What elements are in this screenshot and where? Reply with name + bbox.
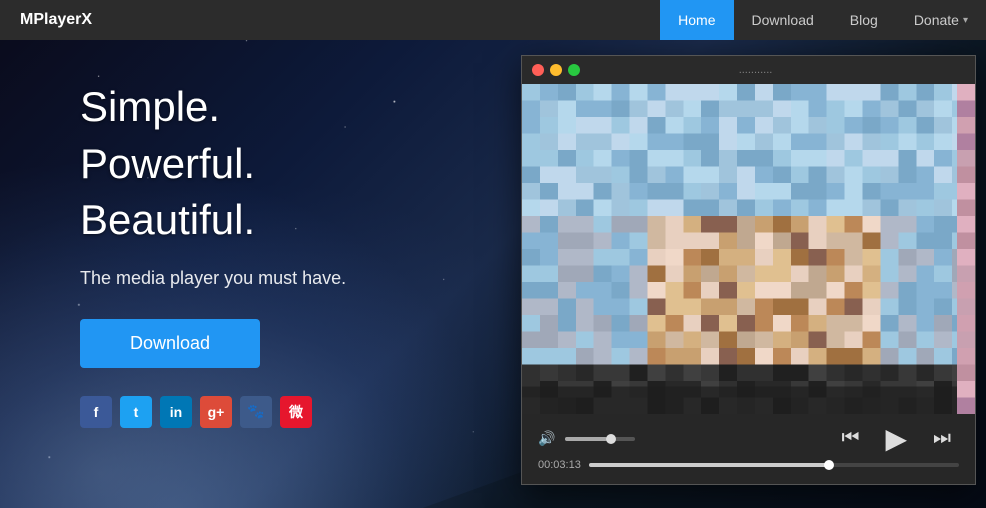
dropdown-arrow-icon: ▾ xyxy=(963,15,968,26)
nav-items: Home Download Blog Donate ▾ xyxy=(660,0,986,40)
twitter-icon[interactable]: t xyxy=(120,396,152,428)
video-canvas xyxy=(522,84,975,414)
volume-icon: 🔊 xyxy=(538,430,555,447)
nav-donate-label: Donate xyxy=(914,12,959,28)
nav-download[interactable]: Download xyxy=(734,0,832,40)
minimize-dot[interactable] xyxy=(550,64,562,76)
player-window: ........... 🔊 ⏮ ▶ ⏭ 00:03:13 xyxy=(521,55,976,485)
googleplus-icon[interactable]: g+ xyxy=(200,396,232,428)
progress-bar[interactable] xyxy=(589,463,959,467)
player-titlebar: ........... xyxy=(522,56,975,84)
progress-thumb xyxy=(824,460,834,470)
next-button[interactable]: ⏭ xyxy=(925,427,959,450)
nav-home[interactable]: Home xyxy=(660,0,733,40)
prev-button[interactable]: ⏮ xyxy=(833,427,867,450)
brand: MPlayerX xyxy=(0,11,660,29)
social-icons: f t in g+ 🐾 微 xyxy=(80,396,346,428)
volume-fill xyxy=(565,437,607,441)
close-dot[interactable] xyxy=(532,64,544,76)
linkedin-icon[interactable]: in xyxy=(160,396,192,428)
player-title: ........... xyxy=(739,64,813,76)
hero-subtitle: The media player you must have. xyxy=(80,268,346,289)
progress-fill xyxy=(589,463,830,467)
tagline-simple: Simple. xyxy=(80,80,346,135)
navbar: MPlayerX Home Download Blog Donate ▾ xyxy=(0,0,986,40)
nav-blog[interactable]: Blog xyxy=(832,0,896,40)
pawoo-icon[interactable]: 🐾 xyxy=(240,396,272,428)
tagline-beautiful: Beautiful. xyxy=(80,193,346,248)
tagline-powerful: Powerful. xyxy=(80,137,346,192)
player-controls: 🔊 ⏮ ▶ ⏭ 00:03:13 xyxy=(522,414,975,484)
weibo-icon[interactable]: 微 xyxy=(280,396,312,428)
download-button[interactable]: Download xyxy=(80,319,260,368)
play-button[interactable]: ▶ xyxy=(877,422,915,455)
time-current: 00:03:13 xyxy=(538,459,581,471)
hero-content: Simple. Powerful. Beautiful. The media p… xyxy=(80,80,346,428)
maximize-dot[interactable] xyxy=(568,64,580,76)
volume-thumb xyxy=(606,434,616,444)
facebook-icon[interactable]: f xyxy=(80,396,112,428)
hero-background: Simple. Powerful. Beautiful. The media p… xyxy=(0,0,986,508)
player-video xyxy=(522,84,975,414)
volume-slider[interactable] xyxy=(565,437,635,441)
nav-donate[interactable]: Donate ▾ xyxy=(896,0,986,40)
controls-row: 🔊 ⏮ ▶ ⏭ xyxy=(538,422,959,455)
progress-row: 00:03:13 xyxy=(538,459,959,471)
